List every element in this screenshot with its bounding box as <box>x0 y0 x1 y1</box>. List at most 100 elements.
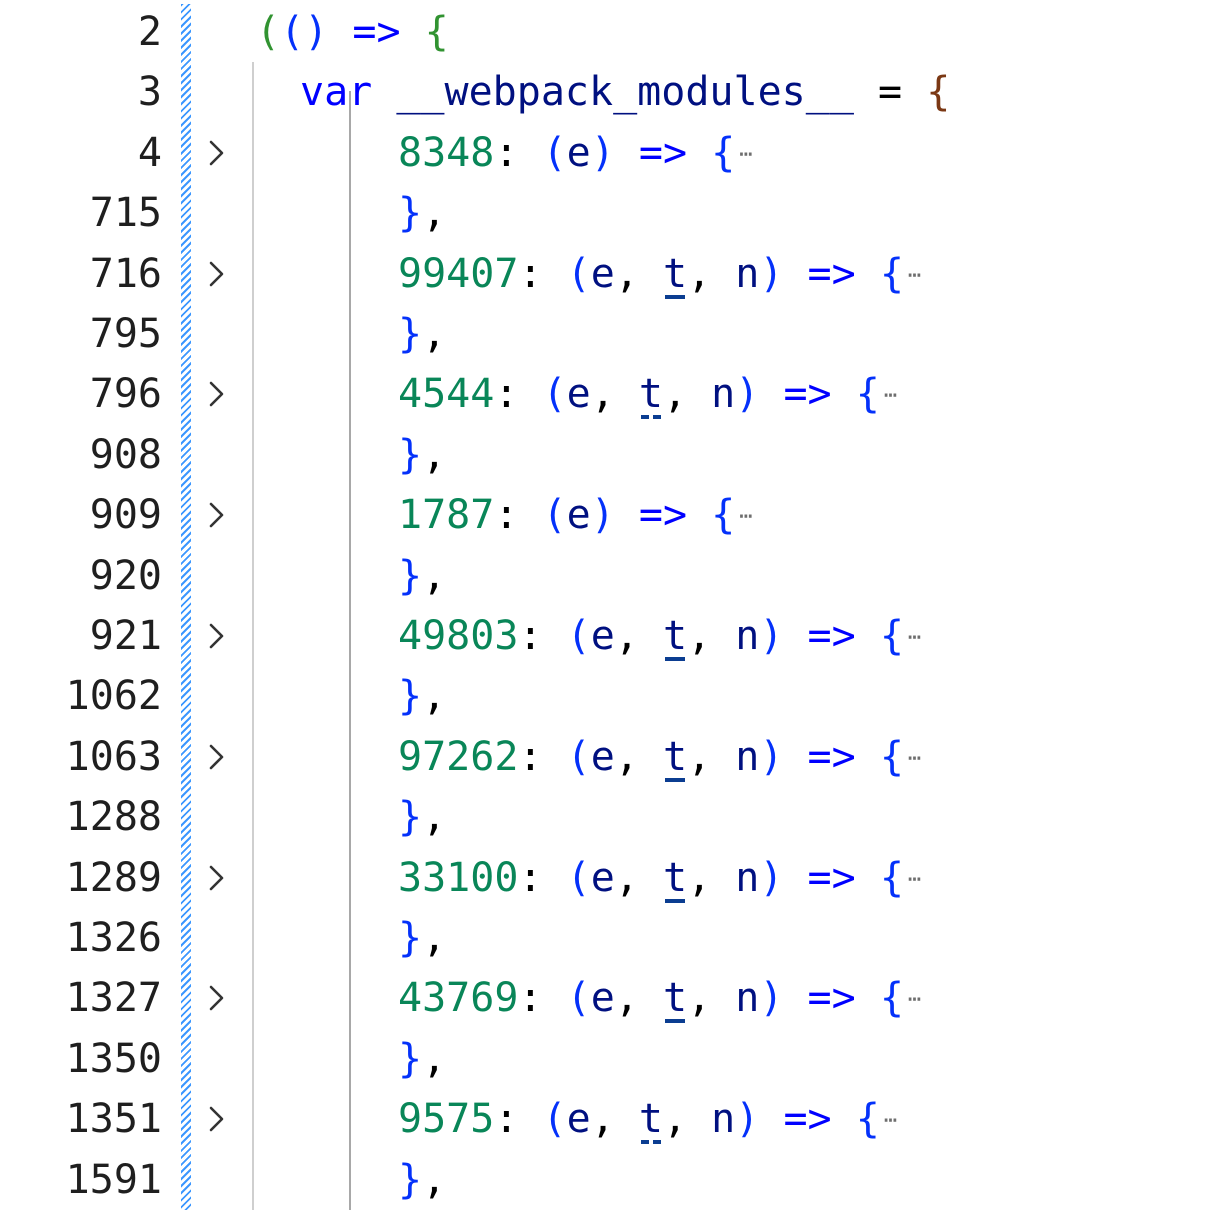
indent-guide <box>252 62 254 1210</box>
module-entry-close[interactable]: }, <box>398 1029 446 1089</box>
param-paren-close: ) <box>759 613 784 659</box>
param-paren-close: ) <box>759 733 784 780</box>
module-id: 49803 <box>398 613 519 659</box>
module-id: 9575 <box>398 1096 495 1143</box>
module-entry-close[interactable]: }, <box>398 546 446 606</box>
comma: , <box>687 854 712 901</box>
line-number[interactable]: 2 <box>2 2 162 62</box>
param-t: t <box>638 1096 663 1143</box>
folded-ellipsis-icon[interactable]: ⋯ <box>884 366 897 426</box>
colon: : <box>494 371 519 418</box>
comma: , <box>422 794 447 841</box>
module-entry-9575[interactable]: 9575: (e, t, n) => {⋯ <box>398 1089 897 1151</box>
diff-change-indicator[interactable] <box>181 4 191 1210</box>
chevron-right-icon[interactable] <box>198 485 234 545</box>
param-paren-close: ) <box>759 250 784 297</box>
param-n: n <box>735 733 760 780</box>
folded-ellipsis-icon[interactable]: ⋯ <box>908 850 921 910</box>
line-number[interactable]: 1063 <box>2 727 162 787</box>
module-entry-43769[interactable]: 43769: (e, t, n) => {⋯ <box>398 968 921 1030</box>
line-number[interactable]: 1289 <box>2 848 162 908</box>
module-id: 1787 <box>398 492 495 539</box>
arrow-operator: => <box>807 854 856 901</box>
body-close-brace: } <box>398 794 423 841</box>
chevron-right-icon[interactable] <box>198 364 234 424</box>
line-number[interactable]: 920 <box>2 546 162 606</box>
param-paren-close: ) <box>759 975 784 1022</box>
comma: , <box>687 613 712 659</box>
module-entry-close[interactable]: }, <box>398 304 446 364</box>
chevron-right-icon[interactable] <box>198 123 234 183</box>
body-open-brace: { <box>855 1096 880 1143</box>
line-number[interactable]: 4 <box>2 123 162 183</box>
comma: , <box>422 552 447 599</box>
folded-ellipsis-icon[interactable]: ⋯ <box>884 1091 897 1151</box>
chevron-right-icon[interactable] <box>198 244 234 304</box>
line-number[interactable]: 1326 <box>2 908 162 968</box>
comma: , <box>422 673 447 720</box>
module-entry-close[interactable]: }, <box>398 908 446 968</box>
param-e: e <box>566 371 591 418</box>
module-entry-33100[interactable]: 33100: (e, t, n) => {⋯ <box>398 848 921 910</box>
folded-ellipsis-icon[interactable]: ⋯ <box>908 246 921 306</box>
colon: : <box>518 975 543 1022</box>
line-number-gutter: 2 3 4 715 716 795 796 908 909 920 921 1062 1063 1288 1… <box>0 0 170 1210</box>
module-entry-49803[interactable]: 49803: (e, t, n) => {⋯ <box>398 606 921 668</box>
module-id: 99407 <box>398 250 519 297</box>
variable-name: __webpack_modules__ <box>396 69 854 116</box>
chevron-right-icon[interactable] <box>198 968 234 1028</box>
folded-ellipsis-icon[interactable]: ⋯ <box>908 970 921 1030</box>
code-line-var-declaration[interactable]: var __webpack_modules__ = { <box>300 62 950 122</box>
module-entry-1787[interactable]: 1787: (e) => {⋯ <box>398 485 753 547</box>
param-n: n <box>711 1096 736 1143</box>
param-n: n <box>735 250 760 297</box>
module-entry-99407[interactable]: 99407: (e, t, n) => {⋯ <box>398 244 921 306</box>
code-editor[interactable]: 2 3 4 715 716 795 796 908 909 920 921 1062 1063 1288 1… <box>0 0 1220 1210</box>
module-entry-close[interactable]: }, <box>398 425 446 485</box>
line-number[interactable]: 1350 <box>2 1029 162 1089</box>
module-entry-close[interactable]: }, <box>398 183 446 243</box>
line-number[interactable]: 715 <box>2 183 162 243</box>
folded-ellipsis-icon[interactable]: ⋯ <box>908 608 921 668</box>
line-number[interactable]: 716 <box>2 244 162 304</box>
arrow-operator: => <box>807 613 856 659</box>
module-entry-close[interactable]: }, <box>398 1150 446 1210</box>
chevron-right-icon[interactable] <box>198 1089 234 1149</box>
line-number[interactable]: 796 <box>2 364 162 424</box>
param-n: n <box>735 613 760 659</box>
param-paren-open: ( <box>542 1096 567 1143</box>
line-number[interactable]: 1351 <box>2 1089 162 1149</box>
line-number[interactable]: 1591 <box>2 1150 162 1210</box>
line-number[interactable]: 909 <box>2 485 162 545</box>
module-entry-close[interactable]: }, <box>398 787 446 847</box>
chevron-right-icon[interactable] <box>198 727 234 787</box>
line-number[interactable]: 1062 <box>2 666 162 726</box>
module-entry-97262[interactable]: 97262: (e, t, n) => {⋯ <box>398 727 921 789</box>
line-number[interactable]: 3 <box>2 62 162 122</box>
param-e: e <box>566 492 591 539</box>
code-line-iife-open[interactable]: (() => { <box>256 2 449 62</box>
line-number[interactable]: 795 <box>2 304 162 364</box>
comma: , <box>662 371 688 418</box>
comma: , <box>422 1156 447 1203</box>
body-open-brace: { <box>855 371 880 418</box>
module-id: 4544 <box>398 371 495 418</box>
module-entry-8348[interactable]: 8348: (e) => {⋯ <box>398 123 753 185</box>
comma: , <box>590 1096 615 1143</box>
body-close-brace: } <box>398 1035 423 1082</box>
line-number[interactable]: 1327 <box>2 968 162 1028</box>
body-close-brace: } <box>398 915 423 961</box>
folded-ellipsis-icon[interactable]: ⋯ <box>739 487 752 547</box>
line-number[interactable]: 908 <box>2 425 162 485</box>
line-number[interactable]: 1288 <box>2 787 162 847</box>
module-entry-4544[interactable]: 4544: (e, t, n) => {⋯ <box>398 364 897 426</box>
chevron-right-icon[interactable] <box>198 848 234 908</box>
module-entry-close[interactable]: }, <box>398 666 446 726</box>
comma: , <box>614 854 639 901</box>
comma: , <box>422 1035 447 1082</box>
param-e: e <box>590 733 615 780</box>
chevron-right-icon[interactable] <box>198 606 234 666</box>
folded-ellipsis-icon[interactable]: ⋯ <box>908 729 921 789</box>
line-number[interactable]: 921 <box>2 606 162 666</box>
folded-ellipsis-icon[interactable]: ⋯ <box>739 125 752 185</box>
